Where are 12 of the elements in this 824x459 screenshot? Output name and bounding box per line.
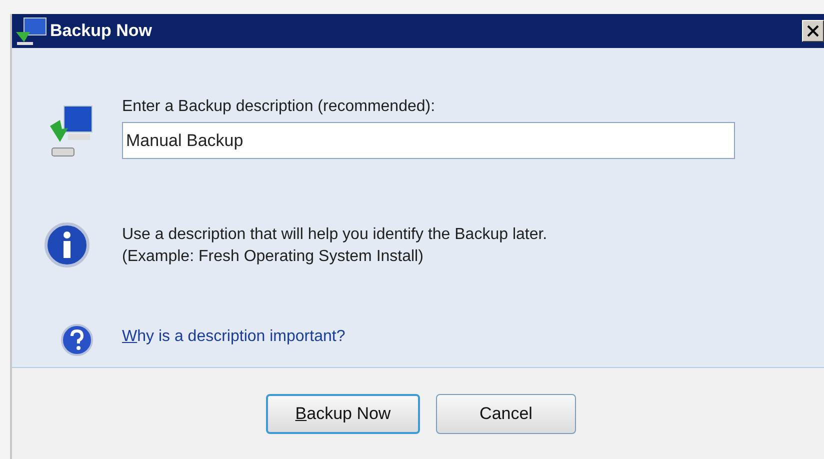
description-field[interactable]: Manual Backup [122,122,735,159]
dialog-button[interactable]: Cancel [436,394,576,434]
help-icon [61,324,93,356]
close-button[interactable] [802,20,824,42]
computer-icon [14,16,48,46]
info-text: Use a description that will help you identify the Backup later. (Example: Fresh Operating System Install) [122,225,548,267]
description-label: Enter a Backup description (recommended): [122,98,436,116]
info-icon [44,222,90,268]
close-icon [807,25,819,37]
default-button[interactable]: Backup Now [266,394,420,434]
window-title: Backup Now [50,21,154,41]
help-link[interactable]: Why is a description important? [122,328,346,346]
